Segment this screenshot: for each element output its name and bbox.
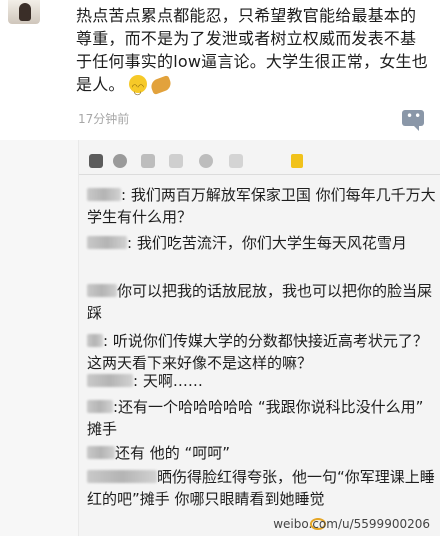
smile-emoji-icon [128,75,147,104]
redacted-name [87,334,103,347]
post-card: 热点苦点累点都能忍，只希望教官能给最基本的尊重，而不是为了发泄或者树立权威而发表… [0,0,440,140]
handshake-emoji-icon [148,75,173,95]
chat-message: : 我们吃苦流汗，你们大学生每天风花雪月 [87,232,437,254]
chat-message: :还有一个哈哈哈哈哈 “我跟你说科比没什么用” 摊手 [87,396,437,440]
status-icon [89,154,103,168]
message-text: 你可以把我的话放屁放，我也可以把你的脸当屎踩 [87,282,433,322]
status-icon [229,154,243,168]
notification-icon [291,154,303,168]
redacted-name [87,374,133,387]
status-icon [199,154,213,168]
chat-message: : 我们两百万解放军保家卫国 你们每年几千万大学生有什么用？ [87,184,437,228]
status-icon [113,154,127,168]
post-text: 热点苦点累点都能忍，只希望教官能给最基本的尊重，而不是为了发泄或者树立权威而发表… [76,4,428,104]
chat-status-bar [79,146,440,174]
message-text: : 我们吃苦流汗，你们大学生每天风花雪月 [127,234,407,252]
chat-message: 晒伤得脸红得夸张，他一句“你军理课上睡红的吧”摊手 你哪只眼睛看到她睡觉 [87,466,437,510]
post-timestamp: 17分钟前 [78,112,130,126]
redacted-name [87,188,121,201]
comment-icon[interactable] [402,109,424,131]
watermark-bar: weibo.com/u/5599900206 [0,510,440,536]
message-text: 还有 他的 “呵呵” [115,444,231,462]
chat-message: 你可以把我的话放屁放，我也可以把你的脸当屎踩 [87,280,437,324]
embedded-chat-screenshot: : 我们两百万解放军保家卫国 你们每年几千万大学生有什么用？ : 我们吃苦流汗，… [78,140,440,536]
status-icon [169,154,183,168]
avatar[interactable] [8,0,40,24]
message-text: : 听说你们传媒大学的分数都快接近高考状元了？这两天看下来好像不是这样的嘛？ [87,332,428,372]
redacted-name [87,284,117,297]
message-text: : 天啊…… [133,372,203,390]
redacted-name [87,470,157,483]
watermark: weibo.com/u/5599900206 [273,517,430,531]
chat-message: : 天啊…… [87,370,437,392]
divider [79,174,440,175]
chat-message: 还有 他的 “呵呵” [87,442,437,464]
redacted-name [87,446,115,459]
message-text: : 我们两百万解放军保家卫国 你们每年几千万大学生有什么用？ [87,186,436,226]
message-text: :还有一个哈哈哈哈哈 “我跟你说科比没什么用” 摊手 [87,398,424,438]
redacted-name [87,400,113,413]
status-icon [141,154,155,168]
redacted-name [87,236,127,249]
chat-message: : 听说你们传媒大学的分数都快接近高考状元了？这两天看下来好像不是这样的嘛？ [87,330,437,374]
